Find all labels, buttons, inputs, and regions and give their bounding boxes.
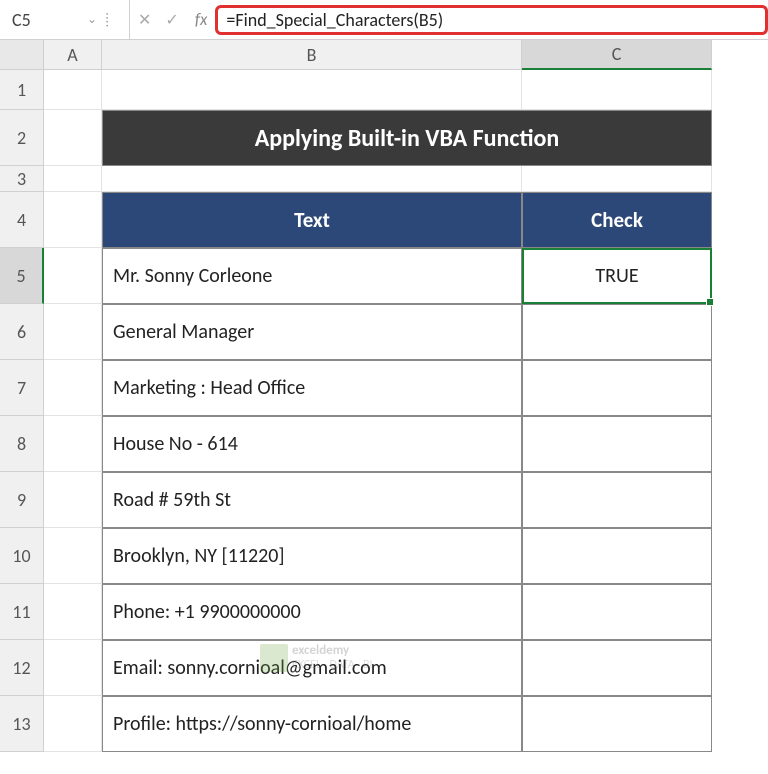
cell-c9[interactable] — [522, 472, 712, 528]
cell-b3[interactable] — [102, 166, 522, 192]
cell-b9[interactable]: Road # 59th St — [102, 472, 522, 528]
row-2: 2 Applying Built-in VBA Function — [0, 110, 768, 166]
cell-a1[interactable] — [44, 70, 102, 110]
row-6: 6 General Manager — [0, 304, 768, 360]
formula-bar: C5 ⌄ ⁞ ✕ ✓ fx =Find_Special_Characters(B… — [0, 0, 768, 40]
cell-a5[interactable] — [44, 248, 102, 304]
row-header-7[interactable]: 7 — [0, 360, 44, 416]
row-header-6[interactable]: 6 — [0, 304, 44, 360]
spreadsheet-grid: A B C 1 2 Applying Built-in VBA Function… — [0, 40, 768, 752]
cell-c13[interactable] — [522, 696, 712, 752]
row-5: 5 Mr. Sonny Corleone TRUE — [0, 248, 768, 304]
cell-c8[interactable] — [522, 416, 712, 472]
cell-a12[interactable] — [44, 640, 102, 696]
row-8: 8 House No - 614 — [0, 416, 768, 472]
cell-a3[interactable] — [44, 166, 102, 192]
cell-a13[interactable] — [44, 696, 102, 752]
cell-a6[interactable] — [44, 304, 102, 360]
row-3: 3 — [0, 166, 768, 192]
data-text-2: Marketing : Head Office — [113, 376, 305, 400]
row-7: 7 Marketing : Head Office — [0, 360, 768, 416]
cell-c11[interactable] — [522, 584, 712, 640]
data-text-8: Profile: https://sonny-cornioal/home — [113, 712, 411, 736]
column-headers-row: A B C — [0, 40, 768, 70]
fx-icon[interactable]: fx — [187, 9, 216, 30]
fill-handle[interactable] — [706, 298, 714, 306]
cell-a7[interactable] — [44, 360, 102, 416]
enter-icon[interactable]: ✓ — [165, 10, 178, 30]
row-9: 9 Road # 59th St — [0, 472, 768, 528]
cell-b7[interactable]: Marketing : Head Office — [102, 360, 522, 416]
cell-b12[interactable]: Email: sonny.cornioal@gmail.com — [102, 640, 522, 696]
cell-b5[interactable]: Mr. Sonny Corleone — [102, 248, 522, 304]
col-header-c[interactable]: C — [522, 40, 712, 70]
cell-b13[interactable]: Profile: https://sonny-cornioal/home — [102, 696, 522, 752]
page-title: Applying Built-in VBA Function — [255, 124, 560, 153]
row-header-9[interactable]: 9 — [0, 472, 44, 528]
data-check-0: TRUE — [595, 264, 638, 288]
cell-c7[interactable] — [522, 360, 712, 416]
data-text-4: Road # 59th St — [113, 488, 231, 512]
row-header-10[interactable]: 10 — [0, 528, 44, 584]
cell-b8[interactable]: House No - 614 — [102, 416, 522, 472]
name-box-value: C5 — [12, 9, 31, 31]
row-header-12[interactable]: 12 — [0, 640, 44, 696]
data-text-3: House No - 614 — [113, 432, 238, 456]
cell-a8[interactable] — [44, 416, 102, 472]
cell-c10[interactable] — [522, 528, 712, 584]
formula-controls: ✕ ✓ — [130, 10, 187, 30]
col-header-a[interactable]: A — [44, 40, 102, 70]
col-header-b[interactable]: B — [102, 40, 522, 70]
data-text-7: Email: sonny.cornioal@gmail.com — [113, 656, 387, 680]
name-box-dropdown-icon[interactable]: ⌄ — [87, 12, 97, 27]
cell-c5[interactable]: TRUE — [522, 248, 712, 304]
row-11: 11 Phone: +1 9900000000 — [0, 584, 768, 640]
row-header-5[interactable]: 5 — [0, 248, 44, 304]
title-cell[interactable]: Applying Built-in VBA Function — [102, 110, 712, 166]
data-text-0: Mr. Sonny Corleone — [113, 264, 272, 288]
cell-c6[interactable] — [522, 304, 712, 360]
formula-input[interactable]: =Find_Special_Characters(B5) — [215, 5, 768, 35]
row-12: 12 Email: sonny.cornioal@gmail.com — [0, 640, 768, 696]
header-check[interactable]: Check — [522, 192, 712, 248]
cell-b10[interactable]: Brooklyn, NY [11220] — [102, 528, 522, 584]
cell-b1[interactable] — [102, 70, 522, 110]
row-header-8[interactable]: 8 — [0, 416, 44, 472]
cell-c3[interactable] — [522, 166, 712, 192]
header-text-label: Text — [294, 207, 330, 233]
row-header-4[interactable]: 4 — [0, 192, 44, 248]
cell-b6[interactable]: General Manager — [102, 304, 522, 360]
row-header-1[interactable]: 1 — [0, 70, 44, 110]
select-all-corner[interactable] — [0, 40, 44, 70]
formula-text: =Find_Special_Characters(B5) — [226, 9, 443, 31]
cell-a11[interactable] — [44, 584, 102, 640]
row-13: 13 Profile: https://sonny-cornioal/home — [0, 696, 768, 752]
name-box-divider-icon: ⁞ — [105, 11, 109, 28]
row-header-11[interactable]: 11 — [0, 584, 44, 640]
header-check-label: Check — [591, 207, 643, 233]
cell-a2[interactable] — [44, 110, 102, 166]
row-header-13[interactable]: 13 — [0, 696, 44, 752]
row-10: 10 Brooklyn, NY [11220] — [0, 528, 768, 584]
cell-a9[interactable] — [44, 472, 102, 528]
data-text-1: General Manager — [113, 320, 254, 344]
cell-a4[interactable] — [44, 192, 102, 248]
rows-container: 1 2 Applying Built-in VBA Function 3 4 T… — [0, 70, 768, 752]
row-1: 1 — [0, 70, 768, 110]
row-4: 4 Text Check — [0, 192, 768, 248]
header-text[interactable]: Text — [102, 192, 522, 248]
cell-c1[interactable] — [522, 70, 712, 110]
cell-b11[interactable]: Phone: +1 9900000000 — [102, 584, 522, 640]
data-text-6: Phone: +1 9900000000 — [113, 600, 301, 624]
row-header-3[interactable]: 3 — [0, 166, 44, 192]
cancel-icon[interactable]: ✕ — [138, 10, 151, 30]
cell-c12[interactable] — [522, 640, 712, 696]
cell-a10[interactable] — [44, 528, 102, 584]
data-text-5: Brooklyn, NY [11220] — [113, 544, 285, 568]
name-box[interactable]: C5 ⌄ ⁞ — [0, 0, 130, 39]
row-header-2[interactable]: 2 — [0, 110, 44, 166]
